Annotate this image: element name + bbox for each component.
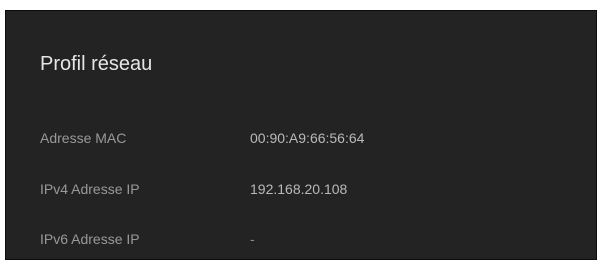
ipv6-address-value: - (250, 231, 255, 247)
ipv4-address-row: IPv4 Adresse IP 192.168.20.108 (40, 181, 580, 201)
mac-address-row: Adresse MAC 00:90:A9:66:56:64 (40, 130, 580, 150)
ipv6-address-row: IPv6 Adresse IP - (40, 231, 580, 251)
ipv6-address-label: IPv6 Adresse IP (40, 231, 140, 247)
mac-address-value: 00:90:A9:66:56:64 (250, 130, 365, 146)
ipv4-address-value: 192.168.20.108 (250, 181, 348, 197)
panel-title: Profil réseau (40, 53, 153, 75)
network-profile-panel: Profil réseau Adresse MAC 00:90:A9:66:56… (5, 10, 597, 260)
ipv4-address-label: IPv4 Adresse IP (40, 181, 140, 197)
mac-address-label: Adresse MAC (40, 130, 127, 146)
